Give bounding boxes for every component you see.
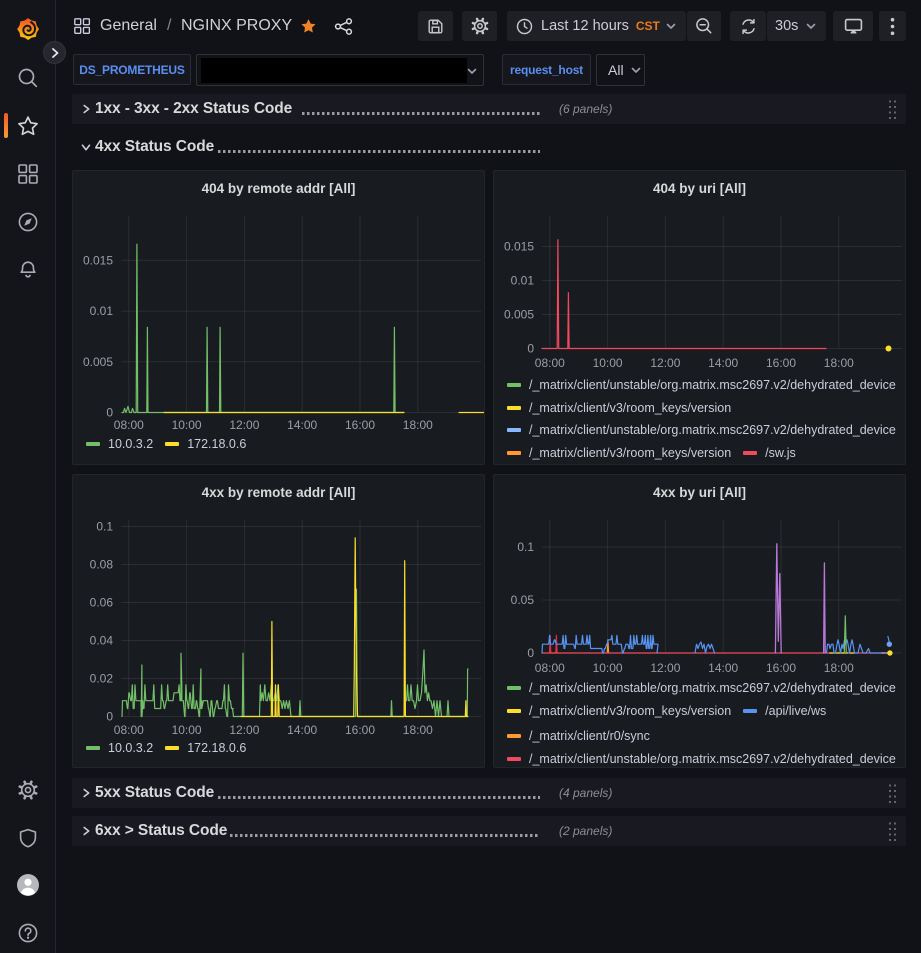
svg-text:08:00: 08:00 [114, 418, 144, 432]
svg-text:14:00: 14:00 [287, 723, 317, 737]
svg-text:14:00: 14:00 [708, 356, 738, 370]
svg-text:08:00: 08:00 [114, 723, 144, 737]
svg-text:18:00: 18:00 [403, 418, 433, 432]
svg-text:16:00: 16:00 [345, 418, 375, 432]
svg-text:0.005: 0.005 [83, 355, 113, 369]
svg-text:18:00: 18:00 [824, 356, 854, 370]
svg-text:10:00: 10:00 [593, 661, 623, 675]
svg-text:08:00: 08:00 [535, 661, 565, 675]
svg-text:0.1: 0.1 [517, 540, 534, 554]
svg-text:12:00: 12:00 [229, 723, 259, 737]
svg-text:10:00: 10:00 [172, 418, 202, 432]
svg-text:16:00: 16:00 [345, 723, 375, 737]
svg-text:16:00: 16:00 [766, 356, 796, 370]
svg-text:18:00: 18:00 [824, 661, 854, 675]
svg-text:12:00: 12:00 [229, 418, 259, 432]
svg-text:14:00: 14:00 [708, 661, 738, 675]
svg-text:18:00: 18:00 [403, 723, 433, 737]
svg-text:0.015: 0.015 [83, 253, 113, 267]
svg-text:0.01: 0.01 [511, 274, 535, 288]
svg-text:14:00: 14:00 [287, 418, 317, 432]
svg-text:0.04: 0.04 [90, 634, 114, 648]
svg-text:0: 0 [106, 406, 113, 420]
svg-text:0.08: 0.08 [90, 558, 114, 572]
svg-text:0.01: 0.01 [90, 304, 114, 318]
svg-text:0.1: 0.1 [96, 520, 113, 534]
svg-text:0: 0 [106, 710, 113, 724]
svg-text:10:00: 10:00 [172, 723, 202, 737]
svg-text:0: 0 [527, 646, 534, 660]
svg-text:08:00: 08:00 [535, 356, 565, 370]
svg-text:0.05: 0.05 [511, 593, 535, 607]
svg-text:12:00: 12:00 [650, 661, 680, 675]
svg-text:16:00: 16:00 [766, 661, 796, 675]
svg-text:10:00: 10:00 [593, 356, 623, 370]
svg-text:0.005: 0.005 [504, 308, 534, 322]
svg-text:0.015: 0.015 [504, 240, 534, 254]
svg-text:12:00: 12:00 [650, 356, 680, 370]
svg-text:0.02: 0.02 [90, 672, 114, 686]
svg-text:0.06: 0.06 [90, 596, 114, 610]
svg-text:0: 0 [527, 342, 534, 356]
